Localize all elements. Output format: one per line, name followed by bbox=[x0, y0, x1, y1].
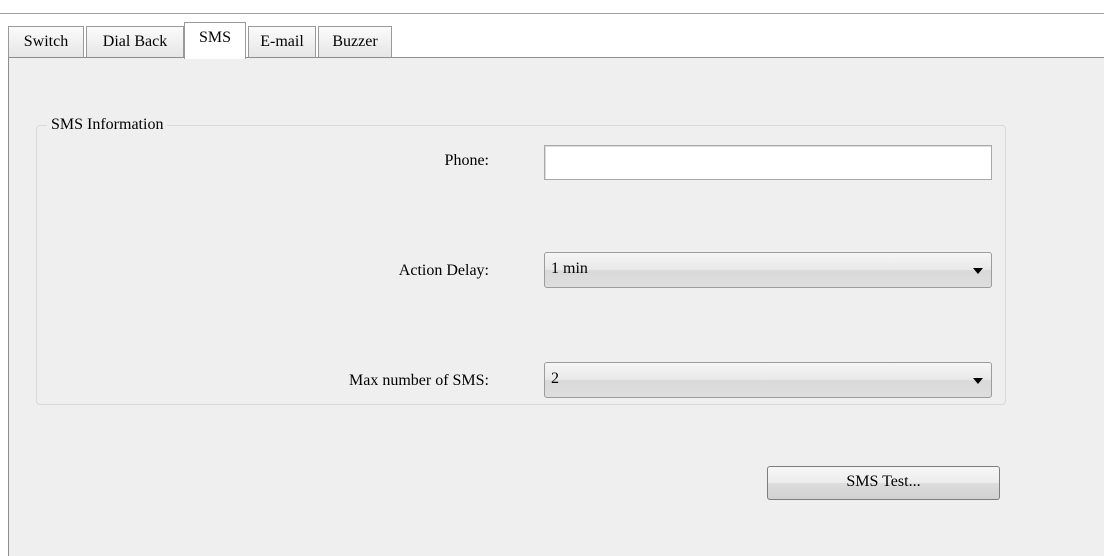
tab-dial-back[interactable]: Dial Back bbox=[86, 26, 184, 57]
action-delay-select[interactable]: 1 min bbox=[544, 252, 992, 288]
action-delay-value: 1 min bbox=[551, 260, 588, 277]
max-sms-select[interactable]: 2 bbox=[544, 362, 992, 398]
chevron-down-icon bbox=[973, 378, 983, 384]
tab-buzzer[interactable]: Buzzer bbox=[318, 26, 392, 57]
window-top-edge bbox=[0, 0, 1104, 14]
tab-bar: Switch Dial Back SMS E-mail Buzzer bbox=[8, 22, 1104, 59]
max-sms-label: Max number of SMS: bbox=[349, 372, 489, 389]
tab-sms[interactable]: SMS bbox=[184, 22, 246, 59]
tab-email[interactable]: E-mail bbox=[248, 26, 316, 57]
phone-input[interactable] bbox=[544, 145, 992, 180]
phone-label: Phone: bbox=[444, 152, 489, 169]
sms-tab-panel: SMS Information Phone: Action Delay: 1 m… bbox=[8, 57, 1104, 556]
max-sms-value: 2 bbox=[551, 370, 559, 387]
sms-test-button[interactable]: SMS Test... bbox=[767, 466, 1000, 500]
group-title: SMS Information bbox=[47, 115, 168, 135]
tab-switch[interactable]: Switch bbox=[8, 26, 84, 57]
chevron-down-icon bbox=[973, 268, 983, 274]
action-delay-label: Action Delay: bbox=[398, 262, 489, 279]
